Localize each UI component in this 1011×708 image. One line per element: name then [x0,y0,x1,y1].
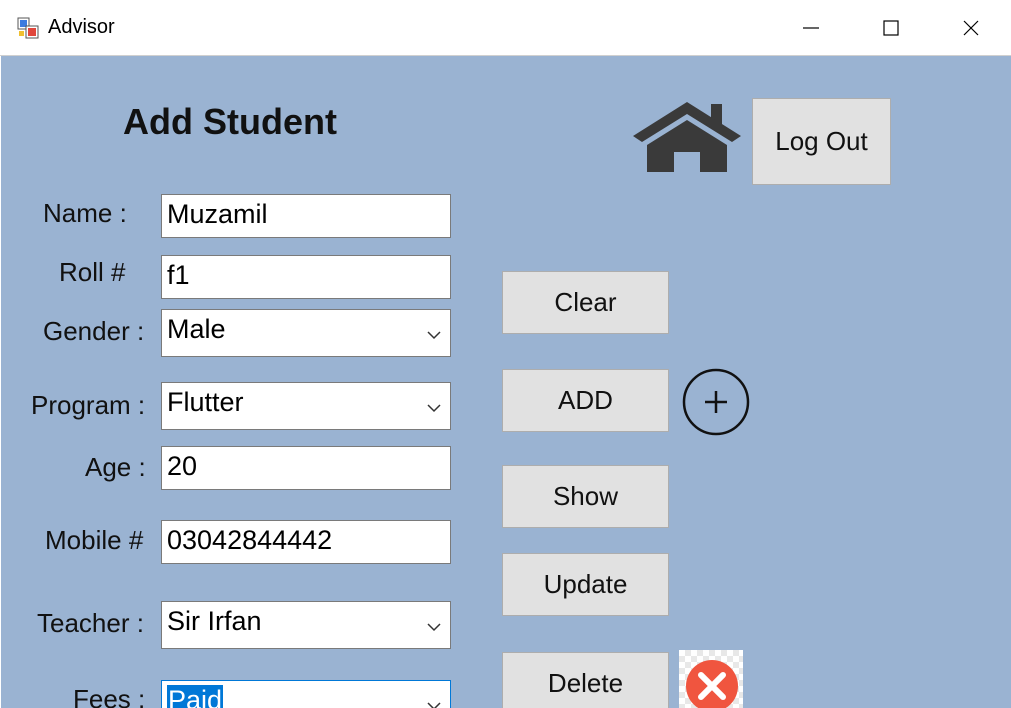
chevron-down-icon [427,331,441,340]
chevron-down-icon [427,404,441,413]
page-title: Add Student [123,101,337,142]
mobile-value: 03042844442 [167,525,333,555]
window-title: Advisor [48,16,115,38]
program-label: Program : [31,390,146,420]
program-value: Flutter [167,387,244,417]
teacher-value: Sir Irfan [167,606,262,636]
clear-label: Clear [554,287,617,317]
minimize-button[interactable] [771,0,851,55]
close-button[interactable] [931,0,1011,55]
teacher-select[interactable]: Sir Irfan [161,601,451,649]
roll-input[interactable]: f1 [161,255,451,299]
name-label: Name : [43,198,127,228]
delete-button[interactable]: Delete [502,652,669,708]
add-label: ADD [558,385,613,415]
name-input[interactable]: Muzamil [161,194,451,238]
mobile-label: Mobile # [45,525,144,555]
red-x-icon[interactable] [679,650,743,708]
form-area: Add Student Name : Muzamil Roll # f1 Gen… [1,56,1011,708]
fees-label: Fees : [73,684,146,708]
gender-label: Gender : [43,316,145,346]
show-label: Show [552,481,619,511]
update-button[interactable]: Update [502,553,669,616]
program-select[interactable]: Flutter [161,382,451,430]
chevron-down-icon [427,623,441,632]
roll-value: f1 [167,260,190,290]
fees-select[interactable]: Paid [161,680,451,708]
maximize-button[interactable] [851,0,931,55]
show-button[interactable]: Show [502,465,669,528]
gender-value: Male [167,314,226,344]
delete-label: Delete [547,668,624,698]
age-input[interactable]: 20 [161,446,451,490]
age-value: 20 [167,451,198,481]
roll-label: Roll # [59,257,126,287]
fees-value: Paid [167,685,224,708]
app-icon [17,17,39,39]
title-bar: Advisor [0,0,1011,56]
logout-label: Log Out [775,126,868,156]
clear-button[interactable]: Clear [502,271,669,334]
gender-select[interactable]: Male [161,309,451,357]
home-icon[interactable] [633,100,741,172]
plus-circle-icon[interactable] [681,368,751,438]
teacher-label: Teacher : [37,608,144,638]
delete-icon-tile [679,650,743,708]
update-label: Update [543,569,628,599]
logout-button[interactable]: Log Out [752,98,891,185]
minimize-icon [803,26,819,29]
maximize-icon [883,19,899,36]
mobile-input[interactable]: 03042844442 [161,520,451,564]
add-button[interactable]: ADD [502,369,669,432]
name-value: Muzamil [167,199,268,229]
close-icon [963,20,979,35]
age-label: Age : [85,452,146,482]
chevron-down-icon [427,702,441,708]
